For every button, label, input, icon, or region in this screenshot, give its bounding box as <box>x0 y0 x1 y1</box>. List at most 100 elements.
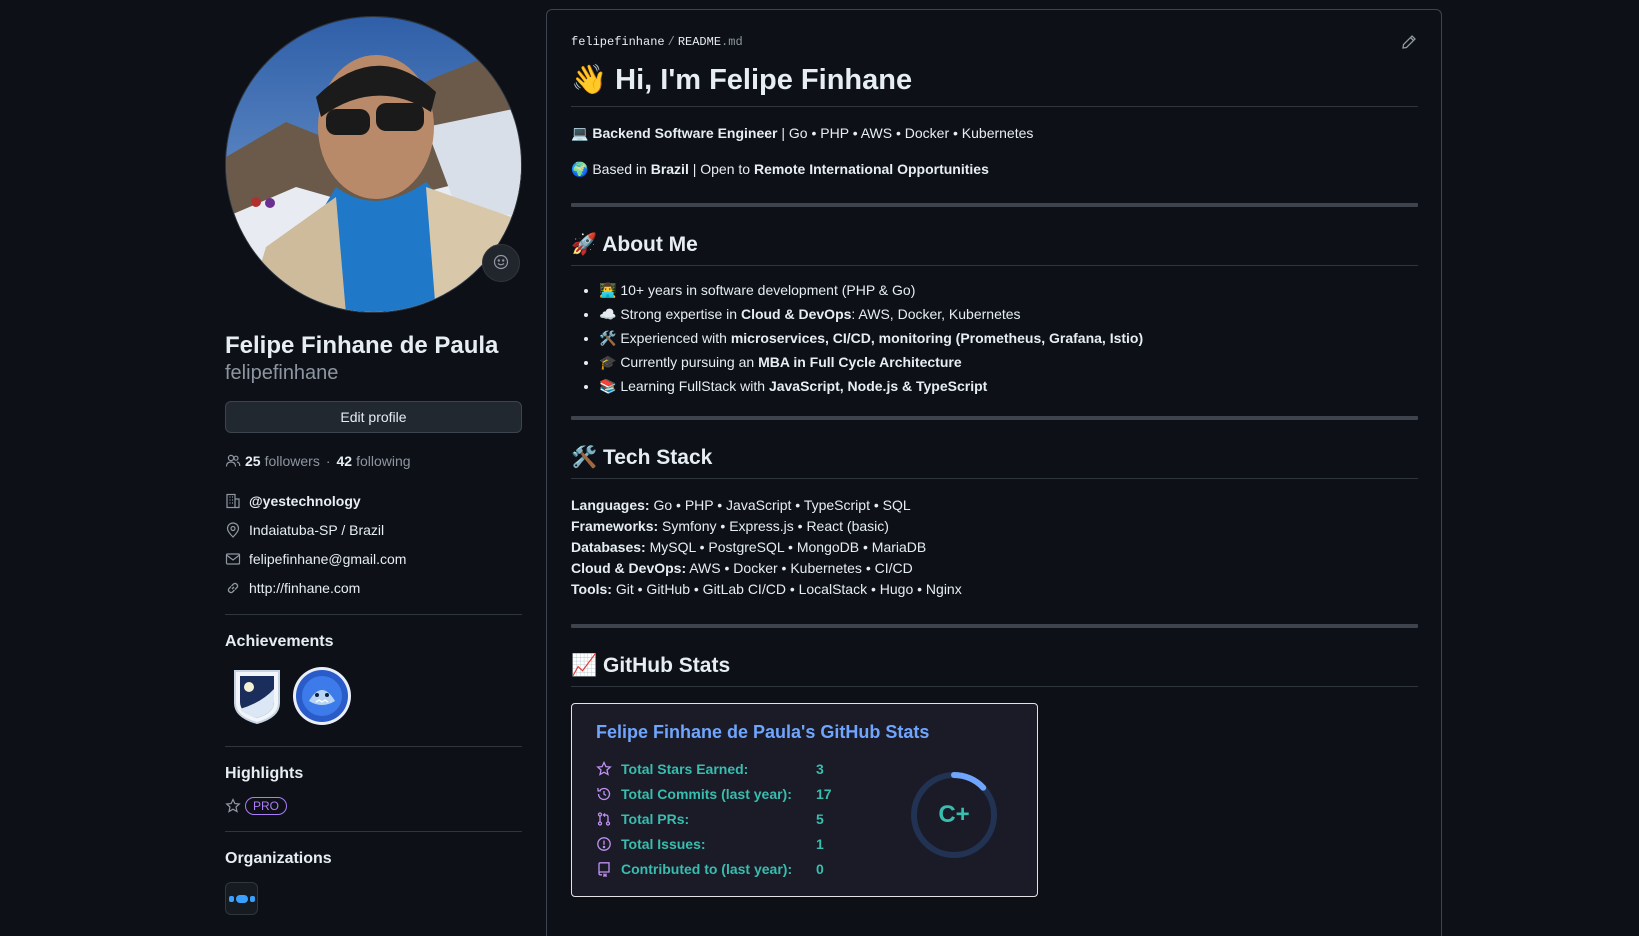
organization-avatar[interactable] <box>225 882 258 915</box>
stat-value: 3 <box>816 760 824 777</box>
about-item-text: 🛠️ Experienced with <box>599 330 731 346</box>
achievements-list <box>225 665 522 730</box>
about-item-bold: MBA in Full Cycle Architecture <box>758 354 962 370</box>
follow-separator: · <box>325 453 331 469</box>
sidebar-divider <box>225 746 522 747</box>
website-text: http://finhane.com <box>249 580 361 596</box>
breadcrumb-slash: / <box>667 35 675 49</box>
link-icon <box>225 580 241 596</box>
mail-icon <box>225 551 241 567</box>
breadcrumb-ext: .md <box>721 35 743 49</box>
about-heading: 🚀 About Me <box>571 231 1418 266</box>
readme-content: felipefinhane / README.md 👋 Hi, I'm Felipe… <box>571 34 1418 897</box>
opportunities-text: Remote International Opportunities <box>753 161 989 177</box>
readme-rule <box>571 416 1418 420</box>
about-item-text: : AWS, Docker, Kubernetes <box>851 306 1021 322</box>
stat-label: Contributed to (last year): <box>621 860 793 877</box>
organization-text: @yestechnology <box>249 493 361 509</box>
stat-value: 1 <box>816 835 824 852</box>
tech-row: Tools: Git • GitHub • GitLab CI/CD • Loc… <box>571 579 1418 600</box>
profile-details: @yestechnology Indaiatuba-SP / Brazil fe… <box>225 491 522 598</box>
github-stats-heading: 📈 GitHub Stats <box>571 652 1418 687</box>
about-item: 📚 Learning FullStack with JavaScript, No… <box>599 376 1418 396</box>
github-stats-card[interactable]: Felipe Finhane de Paula's GitHub Stats T… <box>571 703 1038 897</box>
tech-label: Frameworks: <box>571 518 659 534</box>
breadcrumb-file[interactable]: README <box>678 35 721 49</box>
star-icon <box>596 760 612 777</box>
tech-label: Languages: <box>571 497 650 513</box>
readme-intro-location: 🌍 Based in Brazil | Open to Remote Inter… <box>571 159 1418 179</box>
tech-value: MySQL • PostgreSQL • MongoDB • MariaDB <box>645 539 927 555</box>
avatar[interactable] <box>225 16 522 313</box>
tech-stack-list: Languages: Go • PHP • JavaScript • TypeS… <box>571 495 1418 600</box>
issue-icon <box>596 836 612 852</box>
profile-email[interactable]: felipefinhane@gmail.com <box>225 549 522 569</box>
sidebar-divider <box>225 614 522 615</box>
stat-row-issues: Total Issues: 1 <box>596 831 832 856</box>
location-mid: | Open to <box>688 161 754 177</box>
star-icon <box>225 798 241 814</box>
pull-request-icon <box>596 811 612 827</box>
about-item-text: 📚 Learning FullStack with <box>599 378 769 394</box>
about-item-text: 👨‍💻 10+ years in software development (P… <box>599 282 916 298</box>
edit-profile-button[interactable]: Edit profile <box>225 401 522 433</box>
about-item-bold: JavaScript, Node.js & TypeScript <box>768 378 988 394</box>
profile-organization[interactable]: @yestechnology <box>225 491 522 511</box>
stat-label: Total Issues: <box>621 835 706 852</box>
breadcrumb-owner[interactable]: felipefinhane <box>571 35 665 49</box>
tech-row: Languages: Go • PHP • JavaScript • TypeS… <box>571 495 1418 516</box>
stats-rows: Total Stars Earned: 3 Total Commits (las… <box>596 756 832 881</box>
stat-value: 0 <box>816 860 824 877</box>
following-label: following <box>356 453 411 469</box>
tech-stack-heading: 🛠️ Tech Stack <box>571 444 1418 479</box>
about-item-bold: Cloud & DevOps <box>740 306 852 322</box>
stat-row-commits: Total Commits (last year): 17 <box>596 781 832 806</box>
highlights-title: Highlights <box>225 765 304 782</box>
stat-row-stars: Total Stars Earned: 3 <box>596 756 832 781</box>
set-status-button[interactable] <box>482 244 520 282</box>
profile-username: felipefinhane <box>225 362 339 384</box>
location-country: Brazil <box>650 161 689 177</box>
about-item-bold: microservices, CI/CD, monitoring (Promet… <box>730 330 1144 346</box>
organizations-title: Organizations <box>225 850 332 867</box>
about-item-text: 🎓 Currently pursuing an <box>599 354 759 370</box>
about-list: 👨‍💻 10+ years in software development (P… <box>571 280 1418 396</box>
tech-value: Symfony • Express.js • React (basic) <box>658 518 889 534</box>
achievements-title[interactable]: Achievements <box>225 631 522 653</box>
smiley-icon <box>493 254 509 273</box>
pro-badge[interactable]: PRO <box>245 797 288 815</box>
history-icon <box>596 786 612 802</box>
achievement-badge-shark[interactable] <box>291 665 353 730</box>
following-count: 42 <box>336 453 353 469</box>
role-skills: | Go • PHP • AWS • Docker • Kubernetes <box>777 125 1034 141</box>
tech-label: Cloud & DevOps: <box>571 560 687 576</box>
followers-link[interactable]: 25 followers <box>245 453 320 469</box>
following-link[interactable]: 42 following <box>337 453 411 469</box>
stat-row-prs: Total PRs: 5 <box>596 806 832 831</box>
people-icon <box>225 453 241 469</box>
tech-row: Frameworks: Symfony • Express.js • React… <box>571 516 1418 537</box>
stat-row-contributed: Contributed to (last year): 0 <box>596 856 832 881</box>
profile-full-name: Felipe Finhane de Paula <box>225 332 499 359</box>
location-pin-icon <box>225 522 241 538</box>
rank-circle: C+ <box>909 770 999 860</box>
stat-value: 5 <box>816 810 824 827</box>
location-text: Indaiatuba-SP / Brazil <box>249 522 385 538</box>
achievement-badge-arctic[interactable] <box>231 667 283 728</box>
follow-stats: 25 followers · 42 following <box>225 451 522 471</box>
rank-grade: C+ <box>938 801 970 828</box>
readme-heading: 👋 Hi, I'm Felipe Finhane <box>571 62 1418 107</box>
readme-intro-role: 💻 Backend Software Engineer | Go • PHP •… <box>571 123 1418 143</box>
readme-rule <box>571 203 1418 207</box>
followers-label: followers <box>264 453 320 469</box>
about-item: 🛠️ Experienced with microservices, CI/CD… <box>599 328 1418 348</box>
tech-value: Go • PHP • JavaScript • TypeScript • SQL <box>649 497 911 513</box>
avatar-container <box>225 16 522 313</box>
stat-label: Total PRs: <box>621 810 690 827</box>
stat-label: Total Commits (last year): <box>621 785 792 802</box>
tech-label: Tools: <box>571 581 612 597</box>
stat-value: 17 <box>816 785 832 802</box>
profile-website[interactable]: http://finhane.com <box>225 578 522 598</box>
email-text: felipefinhane@gmail.com <box>249 551 407 567</box>
followers-count: 25 <box>245 453 261 469</box>
